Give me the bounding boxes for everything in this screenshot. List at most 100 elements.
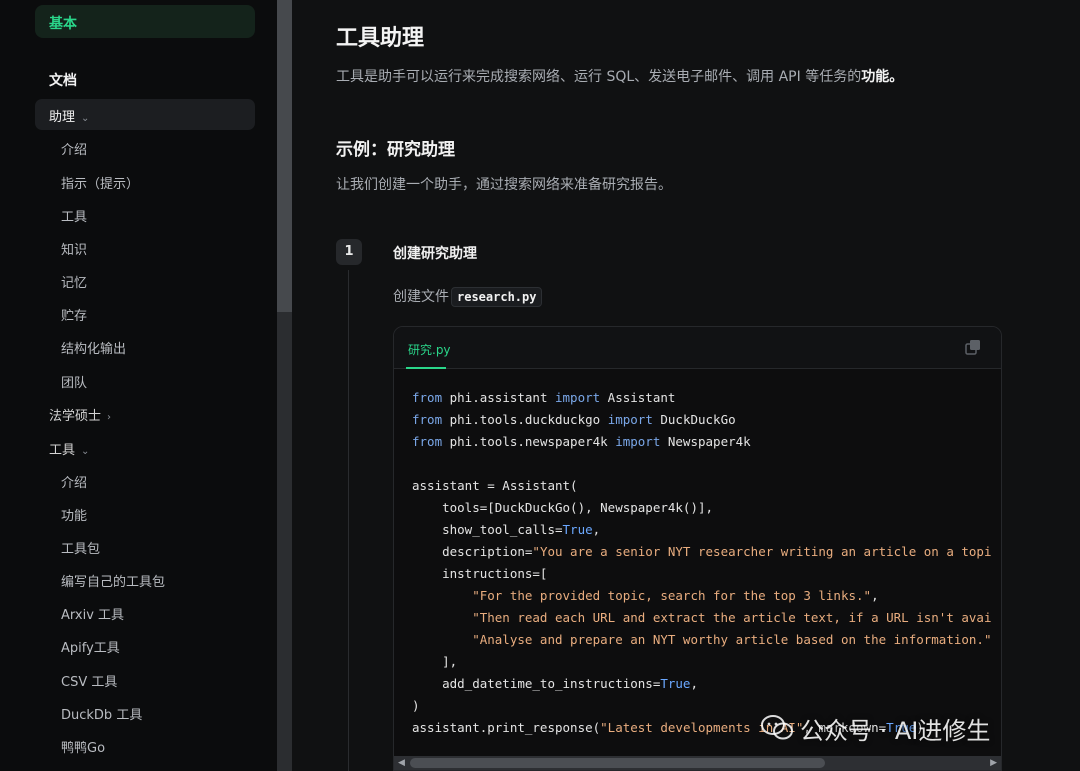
sidebar-section-docs: 文档: [49, 73, 77, 89]
code-line: add_datetime_to_instructions=True,: [412, 673, 1001, 695]
scroll-right-arrow-icon[interactable]: ▶: [990, 758, 997, 768]
sidebar-group-label: 工具: [49, 443, 76, 458]
sidebar-item-instructions[interactable]: 指示（提示）: [61, 173, 139, 192]
sidebar-group-llm[interactable]: 法学硕士 ›: [35, 398, 255, 429]
code-token: ,: [690, 676, 698, 691]
code-token: assistant = Assistant(: [412, 478, 578, 493]
code-line: tools=[DuckDuckGo(), Newspaper4k()],: [412, 497, 1001, 519]
code-line: ],: [412, 651, 1001, 673]
sidebar-item-tools-intro[interactable]: 介绍: [61, 472, 87, 491]
code-token: "For the provided topic, search for the …: [412, 588, 872, 603]
sidebar-item-duckduckgo[interactable]: 鸭鸭Go: [61, 737, 105, 756]
code-line: description="You are a senior NYT resear…: [412, 541, 1001, 563]
copy-icon[interactable]: [965, 339, 981, 355]
chevron-right-icon: ›: [107, 412, 112, 423]
code-token: phi.assistant: [442, 390, 555, 405]
file-name-code: research.py: [451, 287, 543, 307]
sidebar-item-intro[interactable]: 介绍: [61, 139, 87, 158]
sidebar-item-apify[interactable]: Apify工具: [61, 637, 120, 656]
code-token: phi.tools.duckduckgo: [442, 412, 608, 427]
code-horizontal-scrollbar[interactable]: ◀ ▶: [394, 756, 1001, 770]
sidebar-item-basics[interactable]: 基本: [35, 5, 255, 38]
code-token: instructions=[: [412, 566, 548, 581]
code-line: from phi.tools.newspaper4k import Newspa…: [412, 431, 1001, 453]
code-token: description=: [412, 544, 533, 559]
sidebar: 基本 文档 助理 ⌄ 介绍 指示（提示） 工具 知识 记忆 贮存 结构化输出 团队…: [0, 0, 277, 771]
code-token: assistant.print_response(: [412, 720, 601, 735]
code-line: instructions=[: [412, 563, 1001, 585]
sidebar-group-tools[interactable]: 工具 ⌄: [35, 432, 255, 463]
scroll-left-arrow-icon[interactable]: ◀: [398, 758, 405, 768]
main-content: 工具助理 工具是助手可以运行来完成搜索网络、运行 SQL、发送电子邮件、调用 A…: [292, 0, 1080, 771]
code-token: True: [562, 522, 593, 537]
code-token: ,: [592, 522, 601, 537]
example-heading: 示例：研究助理: [336, 140, 455, 160]
step-file-instruction: 创建文件 research.py: [393, 286, 543, 307]
code-token: "You are a senior NYT researcher writing…: [532, 544, 992, 559]
sidebar-group-label: 法学硕士: [49, 409, 102, 424]
code-token: ): [412, 698, 420, 713]
sidebar-item-write-toolkit[interactable]: 编写自己的工具包: [61, 571, 165, 590]
code-token: Newspaper4k: [660, 434, 751, 449]
intro-text: 工具是助手可以运行来完成搜索网络、运行 SQL、发送电子邮件、调用 API 等任…: [336, 69, 862, 85]
code-token: import: [615, 434, 661, 449]
chevron-down-icon: ⌄: [81, 113, 90, 124]
sidebar-item-knowledge[interactable]: 知识: [61, 239, 87, 258]
sidebar-item-arxiv[interactable]: Arxiv 工具: [61, 604, 124, 623]
sidebar-item-tools[interactable]: 工具: [61, 206, 87, 225]
page-title: 工具助理: [336, 26, 425, 51]
code-token: Assistant: [600, 390, 676, 405]
sidebar-item-functions[interactable]: 功能: [61, 505, 87, 524]
file-instruction-text: 创建文件: [393, 289, 449, 305]
step-number-badge: 1: [336, 239, 362, 265]
chevron-down-icon: ⌄: [81, 446, 90, 457]
app-window: 基本 文档 助理 ⌄ 介绍 指示（提示） 工具 知识 记忆 贮存 结构化输出 团队…: [0, 0, 1080, 771]
code-token: show_tool_calls=: [412, 522, 563, 537]
code-token: "Analyse and prepare an NYT worthy artic…: [412, 632, 992, 647]
code-line: from phi.tools.duckduckgo import DuckDuc…: [412, 409, 1001, 431]
sidebar-item-duckdb[interactable]: DuckDb 工具: [61, 704, 142, 723]
sidebar-item-storage[interactable]: 贮存: [61, 305, 87, 324]
code-line: assistant = Assistant(: [412, 475, 1001, 497]
code-tab-research-py[interactable]: 研究.py: [408, 341, 451, 358]
sidebar-item-csv[interactable]: CSV 工具: [61, 671, 117, 690]
code-token: ],: [412, 654, 458, 669]
code-line: "For the provided topic, search for the …: [412, 585, 1001, 607]
code-tab-bar: 研究.py: [394, 327, 1001, 369]
code-line: "Then read each URL and extract the arti…: [412, 607, 1001, 629]
intro-paragraph: 工具是助手可以运行来完成搜索网络、运行 SQL、发送电子邮件、调用 API 等任…: [336, 66, 903, 86]
code-token: phi.tools.newspaper4k: [442, 434, 616, 449]
sidebar-scrollbar-thumb[interactable]: [277, 0, 292, 312]
watermark-text: 公众号 · AI进修生: [800, 716, 991, 745]
code-line: show_tool_calls=True,: [412, 519, 1001, 541]
sidebar-group-assistant[interactable]: 助理 ⌄: [35, 99, 255, 130]
code-token: "Then read each URL and extract the arti…: [412, 610, 992, 625]
code-token: add_datetime_to_instructions=: [412, 676, 661, 691]
code-block: 研究.py from phi.assistant import Assistan…: [393, 326, 1002, 771]
code-token: import: [607, 412, 653, 427]
code-scrollbar-thumb[interactable]: [410, 758, 825, 768]
sidebar-group-label: 助理: [49, 110, 76, 125]
wechat-icon: [761, 715, 793, 740]
sidebar-item-structured-output[interactable]: 结构化输出: [61, 338, 126, 357]
code-line: "Analyse and prepare an NYT worthy artic…: [412, 629, 1001, 651]
code-token: tools=[DuckDuckGo(), Newspaper4k()],: [412, 500, 714, 515]
code-token: ,: [871, 588, 879, 603]
sidebar-item-teams[interactable]: 团队: [61, 372, 87, 391]
example-description: 让我们创建一个助手，通过搜索网络来准备研究报告。: [336, 177, 672, 193]
step-connector-line: [348, 270, 349, 771]
code-token: from: [412, 434, 443, 449]
watermark: 公众号 · AI进修生: [760, 712, 991, 745]
step-title: 创建研究助理: [393, 246, 477, 262]
code-token: from: [412, 390, 443, 405]
code-token: DuckDuckGo: [652, 412, 736, 427]
code-line: from phi.assistant import Assistant: [412, 387, 1001, 409]
code-content[interactable]: from phi.assistant import Assistant from …: [412, 387, 1001, 739]
sidebar-item-toolkits[interactable]: 工具包: [61, 538, 100, 557]
sidebar-item-memory[interactable]: 记忆: [61, 272, 87, 291]
intro-bold: 功能。: [861, 69, 904, 85]
code-token: True: [660, 676, 691, 691]
code-tab-active-indicator: [406, 367, 446, 369]
code-token: import: [555, 390, 601, 405]
